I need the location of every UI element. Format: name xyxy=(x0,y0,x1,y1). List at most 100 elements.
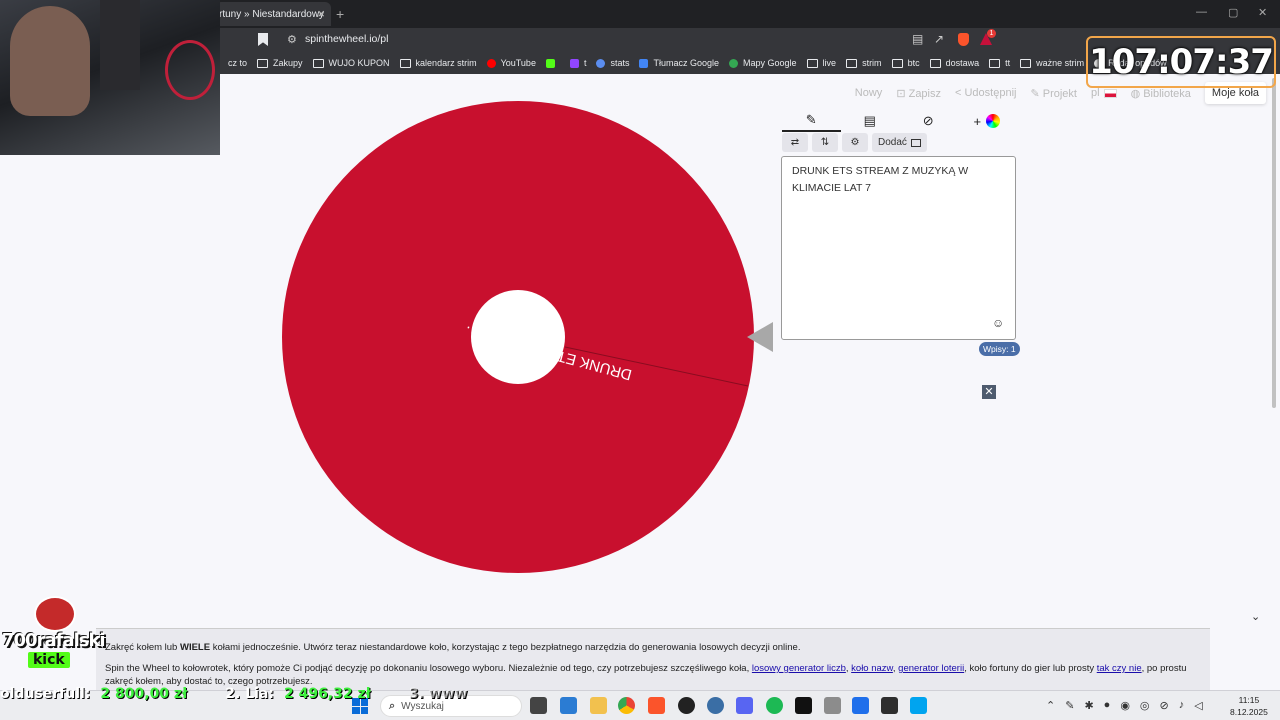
mascot-icon xyxy=(34,596,76,632)
clipboard-icon: ▤ xyxy=(863,113,876,128)
pen-icon[interactable]: ✎ xyxy=(1065,699,1074,712)
clock[interactable]: 11:15 8.12.2025 xyxy=(1230,694,1268,718)
sort-icon: ⇅ xyxy=(820,137,830,148)
volume-icon[interactable]: ◁ xyxy=(1194,699,1202,712)
site-settings-icon[interactable]: ⚙ xyxy=(287,33,297,46)
spotify-icon[interactable] xyxy=(766,697,783,714)
donor-name: 3. www xyxy=(408,686,468,702)
webcam-overlay xyxy=(0,0,220,155)
browser-tab-active[interactable]: rtuny » Niestandardowy × xyxy=(215,2,331,26)
app-icon[interactable] xyxy=(795,697,812,714)
system-tray: ⌃ ✎ ✱ ● ◉ ◎ ⊘ ♪ ◁ xyxy=(1046,699,1203,712)
tab-close-icon[interactable]: × xyxy=(317,6,325,21)
mic-icon[interactable]: ♪ xyxy=(1179,699,1185,712)
donor-name: 2. Lia: xyxy=(225,686,274,702)
info-line-1: Zakręć kołem lub WIELE kołami jednocześn… xyxy=(105,642,801,653)
gear-icon: ⚙ xyxy=(850,137,860,148)
reader-icon[interactable]: ▤ xyxy=(912,32,923,46)
tab-results[interactable]: ▤ xyxy=(841,110,900,132)
bookmark-folder[interactable]: live xyxy=(806,58,836,68)
tray-app-icon[interactable]: ⊘ xyxy=(1160,699,1169,712)
sort-button[interactable]: ⇅ xyxy=(812,133,838,152)
notepad-icon[interactable] xyxy=(910,697,927,714)
donor-ticker: olduserfull: 2 800,00 zł 2. Lia: 2 496,3… xyxy=(0,686,468,706)
nav-project[interactable]: ✎ Projekt xyxy=(1030,87,1077,100)
spin-wheel[interactable]: DRUNK ETS STREAM … xyxy=(280,50,780,600)
emoji-icon[interactable]: ☺ xyxy=(992,316,1004,330)
page-scrollbar[interactable] xyxy=(1270,78,1278,638)
bookmark-icon[interactable] xyxy=(258,33,268,46)
streamer-name: 700rafalski xyxy=(2,630,106,651)
bookmark-folder[interactable]: tt xyxy=(989,58,1010,68)
app-icon[interactable] xyxy=(881,697,898,714)
info-line-2: Spin the Wheel to kołowrotek, który pomo… xyxy=(105,663,1187,674)
link-yes-no[interactable]: tak czy nie xyxy=(1097,663,1142,674)
shuffle-icon: ⇄ xyxy=(790,137,800,148)
eye-slash-icon: ⊘ xyxy=(922,113,934,128)
bluetooth-icon[interactable]: ✱ xyxy=(1084,699,1093,712)
image-icon xyxy=(910,138,921,147)
widgets-icon[interactable] xyxy=(560,697,577,714)
app-icon[interactable] xyxy=(852,697,869,714)
share-icon[interactable]: ↗ xyxy=(934,32,944,46)
folder-icon xyxy=(846,58,858,68)
stream-timer: 107:07:37 xyxy=(1086,36,1276,88)
entry-tools: ⇄ ⇅ ⚙ Dodać xyxy=(782,133,927,152)
tray-app-icon[interactable]: ◉ xyxy=(1120,699,1130,712)
explorer-icon[interactable] xyxy=(590,697,607,714)
link-lottery[interactable]: generator loterii xyxy=(898,663,964,674)
tab-edit[interactable]: ✎ xyxy=(782,110,841,132)
webcam-bicycle xyxy=(165,40,215,100)
nav-library[interactable]: ◍ Biblioteka xyxy=(1131,87,1191,100)
discord-icon[interactable] xyxy=(736,697,753,714)
minimize-icon[interactable]: — xyxy=(1196,6,1207,18)
brave-shield-icon[interactable] xyxy=(958,33,969,46)
tray-app-icon[interactable]: ● xyxy=(1104,699,1111,712)
chevron-down-icon[interactable]: ⌄ xyxy=(1251,610,1260,623)
nav-language[interactable]: pl xyxy=(1091,87,1117,99)
scroll-thumb[interactable] xyxy=(1272,78,1276,408)
settings-button[interactable]: ⚙ xyxy=(842,133,868,152)
link-name-wheel[interactable]: koło nazw xyxy=(851,663,893,674)
pencil-icon: ✎ xyxy=(805,112,817,127)
donor-name: olduserfull: xyxy=(0,686,91,702)
nav-new[interactable]: Nowy xyxy=(855,87,883,99)
new-tab-icon[interactable]: + xyxy=(336,6,344,22)
calculator-icon[interactable] xyxy=(824,697,841,714)
nav-share[interactable]: < Udostępnij xyxy=(955,87,1016,99)
folder-icon xyxy=(1020,58,1032,68)
notification-badge: 1 xyxy=(987,29,996,38)
donor-amount: 2 800,00 zł xyxy=(100,686,188,702)
save-icon: ⊡ xyxy=(896,87,909,100)
app-icon[interactable] xyxy=(707,697,724,714)
steam-icon[interactable]: ◎ xyxy=(1140,699,1150,712)
tab-add-wheel[interactable]: + xyxy=(958,110,1017,132)
globe-icon: ◍ xyxy=(1130,87,1144,100)
bookmark-folder[interactable]: ważne strim xyxy=(1020,58,1084,68)
shuffle-button[interactable]: ⇄ xyxy=(782,133,808,152)
kick-brand: kick xyxy=(28,652,70,668)
close-icon[interactable]: ✕ xyxy=(982,385,996,399)
chevron-up-icon[interactable]: ⌃ xyxy=(1046,699,1055,712)
chrome-icon[interactable] xyxy=(618,697,635,714)
obs-icon[interactable] xyxy=(678,697,695,714)
entries-count-badge: Wpisy: 1 xyxy=(979,342,1020,356)
folder-icon xyxy=(929,58,941,68)
tab-title: rtuny » Niestandardowy xyxy=(219,8,325,20)
close-window-icon[interactable]: ✕ xyxy=(1258,6,1267,19)
bookmark-item[interactable]: cz to xyxy=(228,58,247,68)
bookmark-folder[interactable]: dostawa xyxy=(929,58,979,68)
donor-amount: 2 496,32 zł xyxy=(283,686,371,702)
task-view-icon[interactable] xyxy=(530,697,547,714)
link-random-number[interactable]: losowy generator liczb xyxy=(752,663,846,674)
maximize-icon[interactable]: ▢ xyxy=(1228,6,1238,19)
bookmark-folder[interactable]: strim xyxy=(846,58,882,68)
tab-hide[interactable]: ⊘ xyxy=(899,110,958,132)
entries-textarea[interactable]: DRUNK ETS STREAM Z MUZYKĄ W KLIMACIE LAT… xyxy=(781,156,1016,340)
nav-save[interactable]: ⊡ Zapisz xyxy=(896,87,941,100)
add-image-button[interactable]: Dodać xyxy=(872,133,927,152)
editor-tabs: ✎ ▤ ⊘ + xyxy=(782,110,1016,132)
bookmark-folder[interactable]: btc xyxy=(891,58,920,68)
url-field[interactable]: spinthewheel.io/pl xyxy=(305,33,388,45)
brave-icon[interactable] xyxy=(648,697,665,714)
